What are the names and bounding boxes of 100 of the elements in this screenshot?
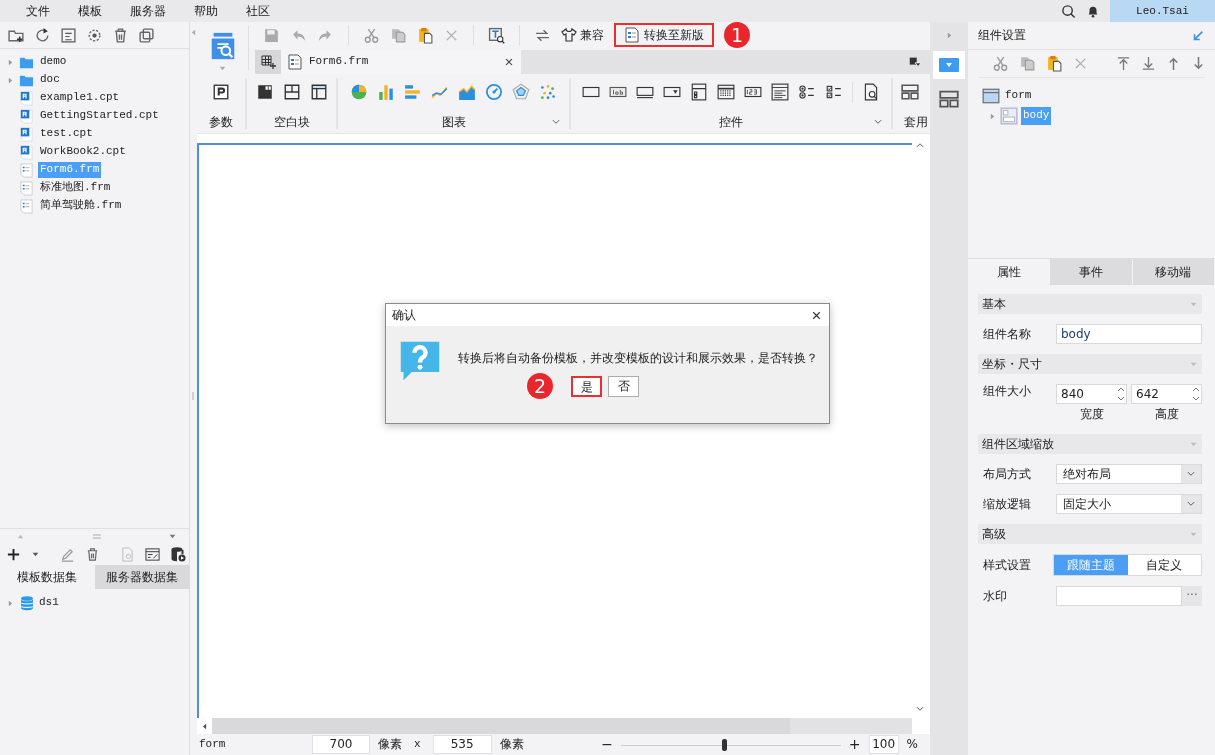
dialog-button[interactable]: 否 xyxy=(608,375,639,397)
scissors-icon[interactable] xyxy=(363,26,380,44)
edit-icon[interactable] xyxy=(60,546,75,562)
section-header[interactable]: 坐标・尺寸 xyxy=(978,354,1202,374)
height-field[interactable]: 535 xyxy=(432,735,492,754)
dropdown-field[interactable]: 固定大小 xyxy=(1056,494,1202,514)
collapse-panel-icon[interactable] xyxy=(1191,28,1205,43)
text-field[interactable] xyxy=(1056,586,1182,606)
section-header[interactable]: 高级 xyxy=(978,524,1202,544)
component-settings-icon[interactable] xyxy=(939,58,959,72)
tab-block-icon[interactable] xyxy=(309,83,328,102)
add-sheet-icon[interactable] xyxy=(260,54,276,70)
menu-item[interactable]: 模板 xyxy=(66,0,114,22)
number-spinner[interactable]: 840 xyxy=(1056,384,1127,404)
splitter-grip-icon[interactable] xyxy=(192,392,195,400)
scroll-left-arrow[interactable] xyxy=(200,721,209,731)
section-header[interactable]: 组件区域缩放 xyxy=(978,434,1202,454)
bar-chart-icon[interactable] xyxy=(377,83,395,102)
document-icon[interactable] xyxy=(60,26,77,44)
menu-item[interactable]: 文件 xyxy=(14,0,62,22)
dropdown-field[interactable]: 绝对布局 xyxy=(1056,464,1202,484)
database-run-icon[interactable] xyxy=(170,546,186,562)
convert-button[interactable]: 转换至新版 xyxy=(614,23,714,47)
split-block-icon[interactable] xyxy=(282,83,301,102)
scatter-chart-icon[interactable] xyxy=(539,83,557,102)
report-file-icon[interactable] xyxy=(19,90,34,106)
database-icon[interactable] xyxy=(19,595,35,611)
menu-item[interactable]: 服务器 xyxy=(118,0,178,22)
text-area-widget-icon[interactable] xyxy=(771,83,789,102)
property-tab[interactable]: 事件 xyxy=(1050,259,1133,285)
notification-bell-icon[interactable] xyxy=(1086,4,1100,18)
menu-item[interactable]: 社区 xyxy=(234,0,282,22)
scroll-up-icon[interactable] xyxy=(915,140,925,150)
close-icon[interactable] xyxy=(503,56,515,68)
layout-icon[interactable] xyxy=(901,83,919,102)
spinner-arrows-icon[interactable] xyxy=(1191,385,1201,403)
pie-chart-icon[interactable] xyxy=(350,83,368,102)
report-file-icon[interactable] xyxy=(19,108,34,124)
file-tree-item[interactable]: WorkBook2.cpt xyxy=(38,144,128,160)
settings-icon[interactable] xyxy=(86,26,103,44)
move-bottom-icon[interactable] xyxy=(1141,56,1156,71)
tab-menu-icon[interactable] xyxy=(908,55,922,69)
template-menu-arrow[interactable] xyxy=(218,64,227,73)
editor-tab[interactable]: Form6.frm xyxy=(281,50,521,74)
area-chart-icon[interactable] xyxy=(458,83,476,102)
radio-group-widget-icon[interactable] xyxy=(798,83,816,102)
zoom-field[interactable]: 100 xyxy=(868,735,899,754)
file-tree-item[interactable]: test.cpt xyxy=(38,126,95,142)
dialog-button[interactable]: 是 xyxy=(571,375,602,397)
file-tree-item[interactable]: example1.cpt xyxy=(38,90,122,106)
add-icon[interactable] xyxy=(6,546,21,562)
radar-chart-icon[interactable] xyxy=(512,83,530,102)
scrollbar-thumb[interactable] xyxy=(212,718,790,734)
horizontal-bar-chart-icon[interactable] xyxy=(404,83,422,102)
file-tree-item[interactable]: GettingStarted.cpt xyxy=(38,108,161,124)
search-icon[interactable] xyxy=(1061,3,1076,19)
compatibility-button[interactable]: 兼容 xyxy=(561,26,604,44)
zoom-out-button[interactable]: − xyxy=(601,736,613,753)
gauge-chart-icon[interactable] xyxy=(485,83,503,102)
splitter-grip-icon[interactable] xyxy=(92,533,101,539)
spinner-arrows-icon[interactable] xyxy=(1116,385,1126,403)
report-file-icon[interactable] xyxy=(19,144,34,160)
refresh-icon[interactable] xyxy=(34,26,51,44)
browse-button[interactable]: ··· xyxy=(1182,586,1202,606)
section-header[interactable]: 基本 xyxy=(978,294,1202,314)
parameter-icon[interactable] xyxy=(212,83,230,102)
style-option[interactable]: 自定义 xyxy=(1127,555,1201,575)
copy-icon[interactable] xyxy=(138,26,155,44)
dataset-item[interactable]: ds1 xyxy=(39,596,59,610)
search-document-icon[interactable] xyxy=(862,83,880,102)
save-icon[interactable] xyxy=(263,26,280,44)
move-top-icon[interactable] xyxy=(1116,56,1131,71)
text-search-icon[interactable] xyxy=(488,26,505,44)
file-tree-item[interactable]: 简单驾驶舱.frm xyxy=(38,198,124,214)
property-tab[interactable]: 移动端 xyxy=(1132,259,1215,285)
zoom-slider-thumb[interactable] xyxy=(721,738,727,751)
expand-arrow[interactable] xyxy=(6,598,15,608)
filled-block-icon[interactable] xyxy=(255,83,274,102)
layout-icon[interactable] xyxy=(939,89,959,109)
scissors-icon[interactable] xyxy=(992,55,1009,72)
menu-item[interactable]: 帮助 xyxy=(182,0,230,22)
collapse-left-arrow[interactable] xyxy=(189,28,198,37)
calendar-widget-icon[interactable] xyxy=(717,83,735,102)
tree-combo-widget-icon[interactable] xyxy=(690,83,708,102)
zoom-in-button[interactable]: + xyxy=(848,736,861,753)
dataset-tab[interactable]: 服务器数据集 xyxy=(94,565,189,589)
number-spinner[interactable]: 642 xyxy=(1131,384,1202,404)
copy-icon[interactable] xyxy=(1019,55,1036,72)
expand-arrow[interactable] xyxy=(988,111,997,121)
copy-icon[interactable] xyxy=(390,26,407,44)
component-tree-item[interactable]: form xyxy=(1003,87,1034,105)
file-tree-item[interactable]: 标准地图.frm xyxy=(38,180,113,196)
file-tree-item[interactable]: demo xyxy=(38,54,69,70)
user-name[interactable]: Leo.Tsai xyxy=(1110,0,1215,22)
delete-icon[interactable] xyxy=(85,546,100,562)
file-tree-item[interactable]: doc xyxy=(38,72,62,88)
width-field[interactable]: 700 xyxy=(312,735,370,754)
dataset-edit-icon[interactable] xyxy=(145,546,160,562)
paste-icon[interactable] xyxy=(417,26,434,44)
paste-icon[interactable] xyxy=(1046,55,1063,72)
